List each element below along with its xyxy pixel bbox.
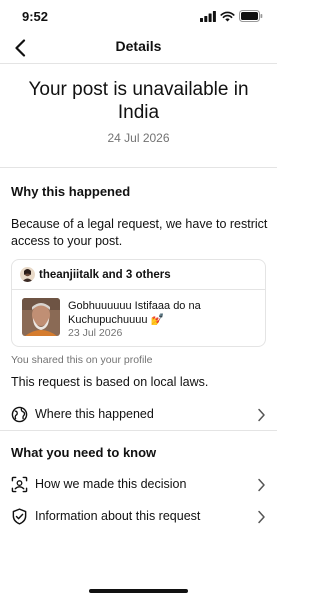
post-users: theanjiitalk and 3 others xyxy=(39,269,171,281)
why-body: Because of a legal request, we have to r… xyxy=(11,217,268,248)
chevron-right-icon xyxy=(258,478,265,492)
globe-icon xyxy=(11,406,28,423)
wifi-icon xyxy=(220,11,235,21)
notice-date: 24 Jul 2026 xyxy=(107,131,170,145)
divider xyxy=(0,430,277,431)
status-icons xyxy=(200,10,263,22)
scan-face-icon xyxy=(11,476,28,493)
status-bar: 9:52 xyxy=(0,0,277,34)
chevron-right-icon xyxy=(258,510,265,524)
status-time: 9:52 xyxy=(22,9,49,24)
home-indicator[interactable] xyxy=(89,589,188,593)
signal-icon xyxy=(200,10,216,22)
battery-icon xyxy=(239,10,263,22)
divider xyxy=(0,167,277,168)
where-row-label: Where this happened xyxy=(35,407,154,421)
info-row-label: Information about this request xyxy=(35,509,201,523)
page-title: Details xyxy=(115,38,162,54)
shared-note: You shared this on your profile xyxy=(11,354,153,366)
nav-bar: Details xyxy=(0,34,277,62)
how-row-label: How we made this decision xyxy=(35,477,187,491)
post-caption: Gobhuuuuuu Istifaaa do na Kuchupuchuuuu … xyxy=(68,300,201,326)
headline: Your post is unavailable in India xyxy=(28,79,249,123)
divider xyxy=(0,63,277,64)
where-this-happened-row[interactable]: Where this happened xyxy=(0,400,277,430)
request-info-row[interactable]: Information about this request xyxy=(0,502,277,532)
post-date: 23 Jul 2026 xyxy=(68,327,123,339)
how-we-decided-row[interactable]: How we made this decision xyxy=(0,470,277,500)
post-card-header: theanjiitalk and 3 others xyxy=(12,260,265,290)
chevron-right-icon xyxy=(258,408,265,422)
why-heading: Why this happened xyxy=(11,184,131,199)
post-thumbnail xyxy=(22,298,60,336)
avatar xyxy=(20,267,35,282)
basis-text: This request is based on local laws. xyxy=(11,375,209,389)
post-card[interactable]: theanjiitalk and 3 others Gobhuuuuuu Ist… xyxy=(11,259,266,347)
need-to-know-heading: What you need to know xyxy=(11,445,157,460)
shield-check-icon xyxy=(12,508,27,525)
